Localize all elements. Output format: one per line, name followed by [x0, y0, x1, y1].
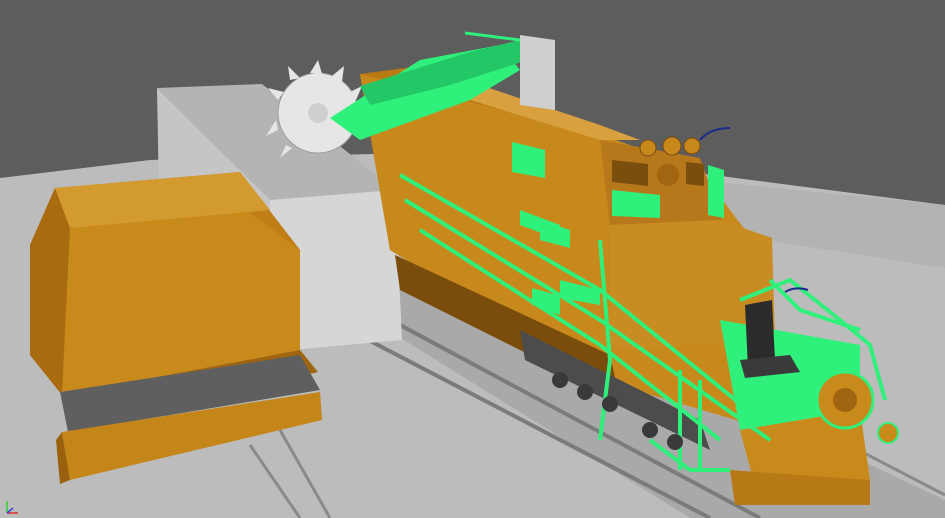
axis-gizmo: [6, 501, 18, 514]
3d-viewport[interactable]: [0, 0, 945, 518]
scene-render[interactable]: [0, 0, 945, 518]
antenna: [699, 127, 731, 141]
